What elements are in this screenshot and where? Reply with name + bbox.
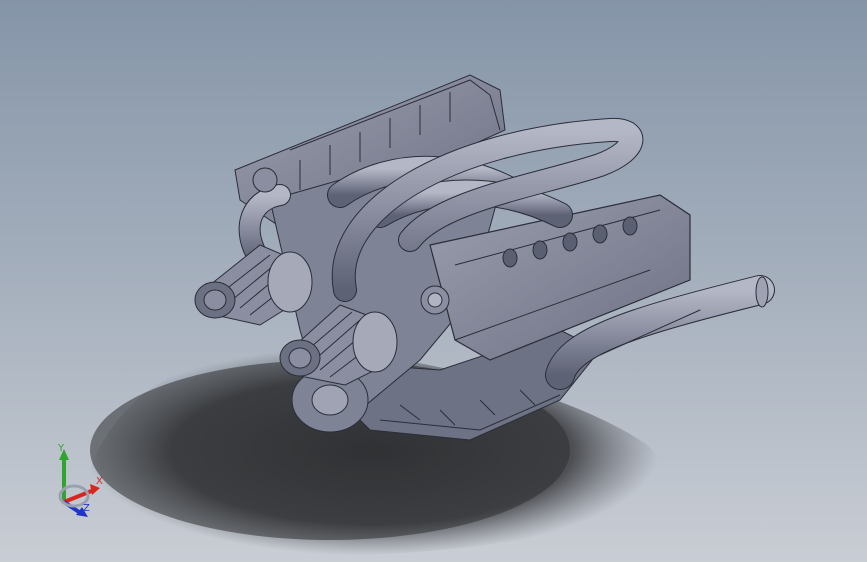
x-axis-label: X: [96, 476, 103, 487]
graphics-viewport[interactable]: Y X Z: [0, 0, 867, 562]
z-axis-label: Z: [83, 503, 90, 514]
engine-model-view[interactable]: [0, 0, 867, 562]
coordinate-triad-icon: Y X Z: [48, 444, 118, 524]
air-filter-left[interactable]: [194, 244, 313, 326]
y-axis-label: Y: [58, 443, 65, 454]
